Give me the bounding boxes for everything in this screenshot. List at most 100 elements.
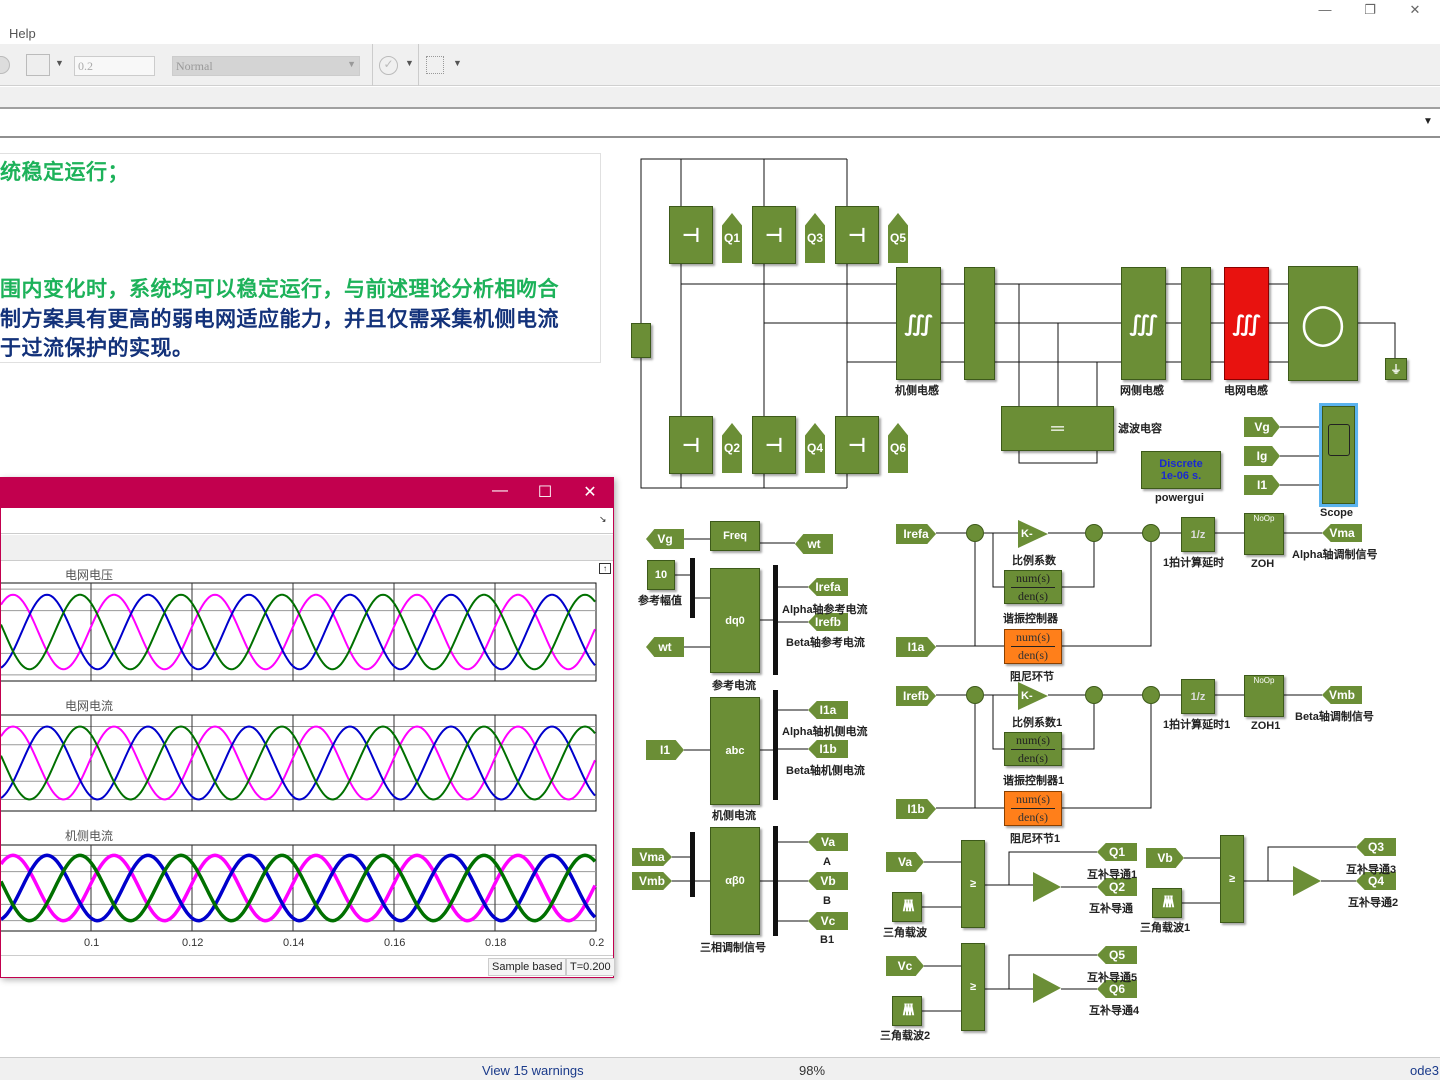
label-comp4: 互补导通4 [1089, 1005, 1140, 1017]
igbt-block[interactable]: ⊣ [752, 416, 796, 474]
mux-bar[interactable] [690, 832, 695, 897]
label-ref-amp: 参考幅值 [638, 595, 682, 607]
label-mod: Beta轴调制信号 [1295, 711, 1374, 723]
resonant-controller-block[interactable]: num(s) den(s) [1004, 732, 1062, 766]
time-status: T=0.200 [566, 958, 615, 976]
label-alpha-ref: Alpha轴参考电流 [782, 604, 868, 616]
wire [1062, 704, 1095, 750]
label-machine_inductor: 机侧电感 [895, 385, 939, 397]
measurement-block-2[interactable] [1181, 267, 1211, 380]
alphabeta-to-abc-block[interactable]: αβ0 [710, 827, 760, 935]
igbt-block[interactable]: ⊣ [669, 206, 713, 264]
grid-inductor-block[interactable]: ∭ [1224, 267, 1269, 380]
label-three-phase-mod: 三相调制信号 [700, 942, 766, 954]
pll-block[interactable]: Freq [710, 521, 760, 551]
sum-block[interactable] [1085, 686, 1103, 704]
numerator: num(s) [1016, 570, 1050, 585]
label-alpha-i1: Alpha轴机侧电流 [782, 726, 868, 738]
label-gain: 比例系数 [1012, 555, 1056, 567]
wire [1062, 542, 1095, 588]
grid-side-inductor-block[interactable]: ∭ [1121, 267, 1166, 380]
demux-bar[interactable] [773, 690, 778, 800]
wire [1008, 851, 1097, 885]
triangle-carrier-block[interactable]: /\/\/\ [892, 996, 922, 1026]
label-B1: B1 [820, 934, 835, 946]
label-comp: 互补导通 [1089, 903, 1133, 915]
x-tick: 0.1 [84, 937, 100, 949]
wire [1062, 704, 1152, 809]
label-grid_inductor: 电网电感 [1224, 385, 1268, 397]
label-carrier2: 三角载波2 [880, 1030, 931, 1042]
sum-block[interactable] [966, 524, 984, 542]
label-comp5: 互补导通5 [1087, 972, 1138, 984]
divider [1, 955, 613, 956]
ground-block[interactable]: ⏚ [1385, 358, 1407, 380]
wire [1018, 451, 1098, 464]
abc-to-alphabeta-block[interactable]: abc [710, 697, 760, 805]
machine-inductor-block[interactable]: ∭ [896, 267, 941, 380]
constant-10-block[interactable]: 10 [647, 560, 675, 590]
label-delay: 1拍计算延时 [1163, 557, 1225, 569]
zoh-block[interactable]: NoOp [1244, 513, 1284, 555]
igbt-block[interactable]: ⊣ [669, 416, 713, 474]
label-comp1: 互补导通1 [1087, 869, 1138, 881]
numerator: num(s) [1016, 792, 1050, 806]
denominator: den(s) [1018, 810, 1048, 824]
sample-mode-status: Sample based [488, 958, 567, 976]
zoh-block[interactable]: NoOp [1244, 675, 1284, 717]
unit-delay-block[interactable]: 1/z [1181, 517, 1215, 552]
x-tick: 0.16 [384, 937, 406, 949]
igbt-block[interactable]: ⊣ [835, 416, 879, 474]
mux-bar[interactable] [690, 558, 695, 618]
demux-bar[interactable] [773, 826, 778, 936]
compare-block[interactable]: ≥ [1220, 835, 1244, 923]
numerator: num(s) [1016, 630, 1050, 644]
compare-block[interactable]: ≥ [961, 840, 985, 928]
label-damping: 阻尼环节1 [1010, 833, 1061, 845]
label-resonant: 谐振控制器 [1003, 613, 1058, 625]
dq0-to-alphabeta-block[interactable]: dq0 [710, 568, 760, 673]
measurement-block[interactable] [964, 267, 995, 380]
label-machine-current: 机侧电流 [712, 810, 756, 822]
label-damping: 阻尼环节 [1010, 671, 1054, 683]
solver-name[interactable]: ode3 [1410, 1063, 1439, 1078]
compare-block[interactable]: ≥ [961, 943, 985, 1031]
igbt-block[interactable]: ⊣ [752, 206, 796, 264]
label-zoh: ZOH1 [1251, 720, 1281, 732]
label-mod: Alpha轴调制信号 [1292, 549, 1378, 561]
sum-block[interactable] [966, 686, 984, 704]
scope-window[interactable]: — ☐ ✕ ↘ ↑ 电网电压 电网电流 机侧电流 0.1 0.12 0.14 0… [0, 477, 615, 978]
warnings-link[interactable]: View 15 warnings [482, 1063, 584, 1078]
three-phase-source-block[interactable]: ◯ [1288, 266, 1358, 381]
powergui-text: Discrete [1159, 458, 1203, 470]
label-grid_side_inductor: 网侧电感 [1120, 385, 1164, 397]
label-beta-i1: Beta轴机侧电流 [786, 765, 865, 777]
sum-block[interactable] [1085, 524, 1103, 542]
filter-capacitor-block[interactable]: ═ [1001, 406, 1114, 451]
label-beta-ref: Beta轴参考电流 [786, 637, 865, 649]
wire [992, 533, 1004, 588]
unit-delay-block[interactable]: 1/z [1181, 679, 1215, 714]
label-resonant: 谐振控制器1 [1003, 775, 1065, 787]
status-bar: View 15 warnings 98% ode3 [0, 1057, 1440, 1080]
demux-bar[interactable] [773, 565, 778, 675]
wire [992, 695, 1004, 750]
sum-block[interactable] [1142, 686, 1160, 704]
scope-plots [1, 582, 597, 932]
scope-block[interactable] [1319, 403, 1358, 507]
damping-block[interactable]: num(s) den(s) [1004, 791, 1062, 826]
triangle-carrier-block[interactable]: /\/\/\ [1152, 888, 1182, 918]
label-carrier: 三角载波 [883, 927, 927, 939]
sum-block[interactable] [1142, 524, 1160, 542]
resonant-controller-block[interactable]: num(s) den(s) [1004, 570, 1062, 604]
label-zoh: ZOH [1251, 558, 1275, 570]
label-ref-current: 参考电流 [712, 680, 756, 692]
igbt-block[interactable]: ⊣ [835, 206, 879, 264]
label-B: B [823, 895, 831, 907]
powergui-block[interactable]: Discrete 1e-06 s. [1141, 451, 1221, 489]
triangle-carrier-block[interactable]: /\/\/\ [892, 892, 922, 922]
wire [1358, 322, 1396, 358]
dc-source-block[interactable] [631, 323, 651, 358]
x-tick: 0.2 [589, 937, 605, 949]
damping-block[interactable]: num(s) den(s) [1004, 629, 1062, 664]
